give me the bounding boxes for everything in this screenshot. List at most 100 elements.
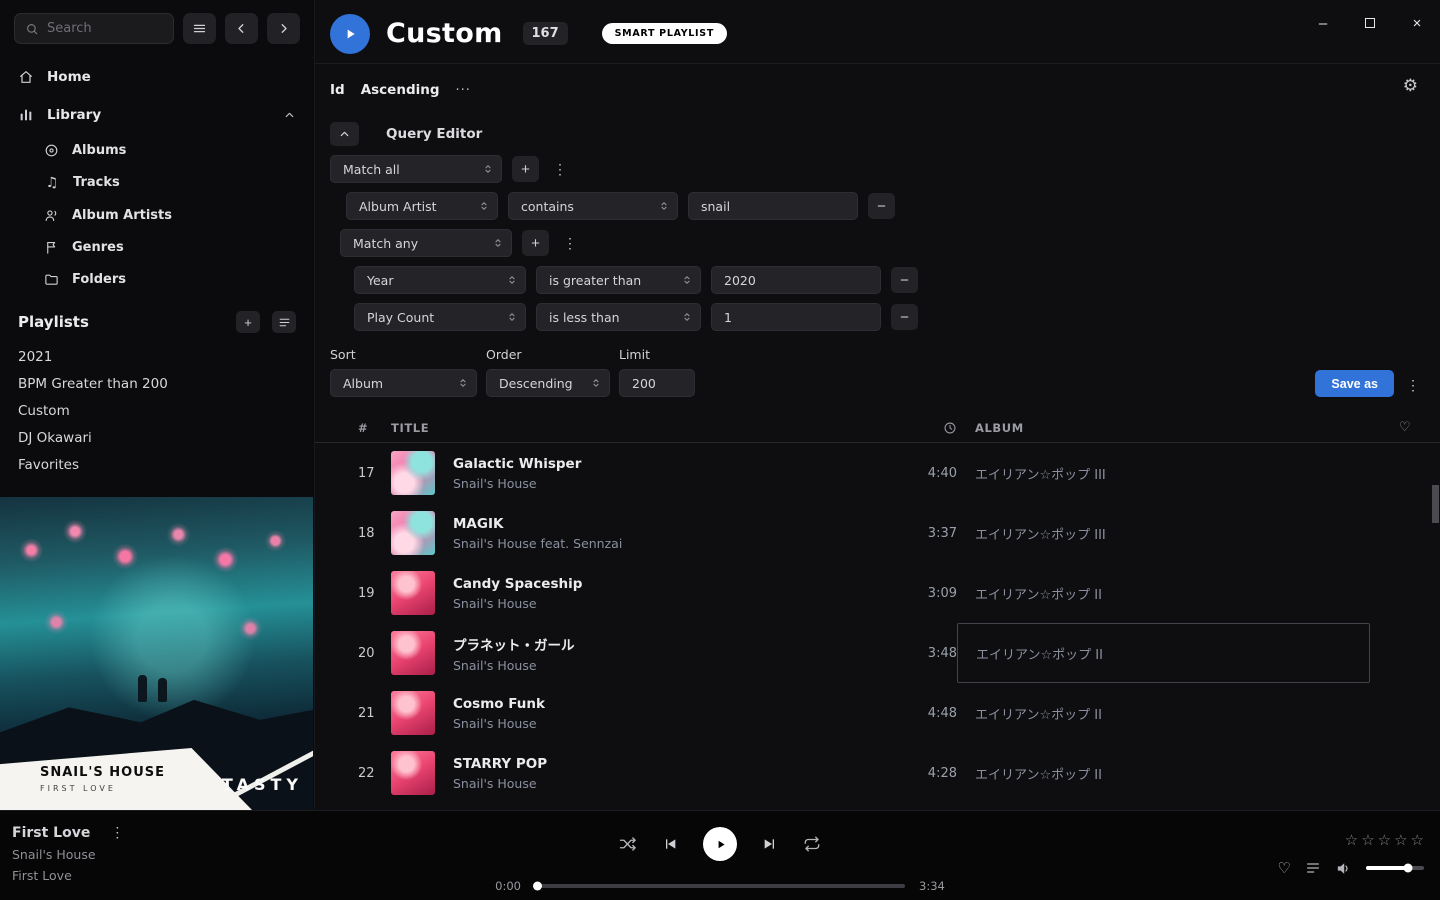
settings-gear-icon[interactable]: ⚙ (1403, 76, 1418, 96)
minimize-button[interactable]: – (1314, 14, 1332, 32)
group-match-type-select[interactable]: Match any (340, 229, 512, 257)
table-row[interactable]: 21 Cosmo Funk Snail's House 4:48 エイリアン☆ポ… (315, 683, 1440, 743)
collapse-query-editor-button[interactable] (330, 122, 359, 146)
sidebar-item-folders[interactable]: Folders (0, 263, 314, 295)
rule-operator-select[interactable]: is greater than (536, 266, 701, 294)
volume-button[interactable] (1335, 860, 1352, 877)
star-icon[interactable]: ☆ (1394, 831, 1407, 849)
shuffle-button[interactable] (619, 835, 637, 853)
volume-slider[interactable] (1366, 866, 1424, 870)
add-playlist-button[interactable]: + (236, 311, 260, 333)
play-pause-button[interactable] (703, 827, 737, 861)
star-icon[interactable]: ☆ (1361, 831, 1374, 849)
track-artist[interactable]: Snail's House (453, 596, 582, 611)
track-artist[interactable]: Snail's House (453, 476, 581, 491)
limit-input[interactable] (619, 369, 695, 397)
playlist-item[interactable]: 2021 (18, 343, 296, 370)
track-album[interactable]: エイリアン☆ポップ II (957, 563, 1370, 623)
rule-value-input[interactable] (711, 266, 881, 294)
now-playing-title[interactable]: First Love (12, 825, 90, 841)
scrollbar-thumb[interactable] (1432, 485, 1439, 523)
maximize-button[interactable] (1361, 14, 1379, 32)
star-icon[interactable]: ☆ (1345, 831, 1358, 849)
column-header-album[interactable]: ALBUM (957, 421, 1370, 435)
column-header-title[interactable]: TITLE (391, 421, 887, 435)
now-playing-album[interactable]: First Love (12, 868, 128, 883)
play-playlist-button[interactable] (330, 14, 370, 54)
search-box[interactable] (14, 13, 174, 44)
next-track-button[interactable] (762, 836, 778, 852)
rule-group-menu-button[interactable]: ⋮ (559, 235, 581, 252)
playlist-item[interactable]: DJ Okawari (18, 424, 296, 451)
nav-forward-button[interactable] (267, 13, 300, 44)
rule-value-input[interactable] (711, 303, 881, 331)
track-album[interactable]: エイリアン☆ポップ II (957, 683, 1370, 743)
rule-field-select[interactable]: Year (354, 266, 526, 294)
chevron-up-icon (338, 128, 351, 141)
playlist-list-button[interactable] (272, 311, 296, 333)
search-input[interactable] (47, 21, 163, 36)
rule-operator-select[interactable]: contains (508, 192, 678, 220)
result-order-select[interactable]: Descending (486, 369, 610, 397)
sidebar-item-genres[interactable]: Genres (0, 231, 314, 263)
volume-handle[interactable] (1404, 864, 1413, 873)
track-album[interactable]: エイリアン☆ポップ II (957, 743, 1370, 803)
rule-field-select[interactable]: Album Artist (346, 192, 498, 220)
now-playing-cover-art[interactable]: SNAIL'S HOUSE FIRST LOVE TASTY (0, 497, 313, 810)
add-rule-button[interactable]: + (512, 156, 539, 182)
playlist-item[interactable]: Custom (18, 397, 296, 424)
rule-group-menu-button[interactable]: ⋮ (549, 161, 571, 178)
now-playing-artist[interactable]: Snail's House (12, 847, 128, 862)
track-album[interactable]: エイリアン☆ポップ III (957, 443, 1370, 503)
close-button[interactable]: × (1408, 14, 1426, 32)
sort-field-button[interactable]: Id (330, 82, 345, 98)
table-row[interactable]: 19 Candy Spaceship Snail's House 3:09 エイ… (315, 563, 1440, 623)
sidebar-item-album-artists[interactable]: Album Artists (0, 199, 314, 231)
rule-value-input[interactable] (688, 192, 858, 220)
more-options-button[interactable]: ··· (456, 83, 471, 98)
remove-rule-button[interactable]: − (891, 267, 918, 293)
remove-rule-button[interactable]: − (868, 193, 895, 219)
column-header-index[interactable]: # (315, 421, 391, 435)
sidebar-item-home[interactable]: Home (0, 58, 314, 96)
now-playing-menu-button[interactable]: ⋮ (106, 824, 128, 841)
add-rule-button[interactable]: + (522, 230, 549, 256)
table-row[interactable]: 20 プラネット・ガール Snail's House 3:48 エイリアン☆ポッ… (315, 623, 1440, 683)
remove-rule-button[interactable]: − (891, 304, 918, 330)
table-row[interactable]: 18 MAGIK Snail's House feat. Sennzai 3:3… (315, 503, 1440, 563)
table-row[interactable]: 17 Galactic Whisper Snail's House 4:40 エ… (315, 443, 1440, 503)
star-icon[interactable]: ☆ (1411, 831, 1424, 849)
library-icon (18, 107, 34, 123)
seek-handle[interactable] (533, 882, 542, 891)
rule-operator-select[interactable]: is less than (536, 303, 701, 331)
match-type-select[interactable]: Match all (330, 155, 502, 183)
result-sort-select[interactable]: Album (330, 369, 477, 397)
track-artist[interactable]: Snail's House (453, 658, 575, 673)
sort-direction-button[interactable]: Ascending (361, 82, 440, 98)
save-as-button[interactable]: Save as (1315, 370, 1394, 397)
previous-track-button[interactable] (662, 836, 678, 852)
nav-back-button[interactable] (225, 13, 258, 44)
track-artist[interactable]: Snail's House feat. Sennzai (453, 536, 622, 551)
queue-button[interactable] (1305, 860, 1321, 876)
column-header-duration[interactable] (887, 421, 957, 435)
track-artist[interactable]: Snail's House (453, 776, 547, 791)
column-header-favorite[interactable]: ♡ (1370, 420, 1440, 435)
favorite-button[interactable]: ♡ (1278, 859, 1291, 877)
playlist-item[interactable]: Favorites (18, 451, 296, 478)
seek-track[interactable] (535, 884, 905, 888)
star-icon[interactable]: ☆ (1378, 831, 1391, 849)
sidebar-item-label: Folders (72, 272, 126, 287)
playlist-item[interactable]: BPM Greater than 200 (18, 370, 296, 397)
table-row[interactable]: 22 STARRY POP Snail's House 4:28 エイリアン☆ポ… (315, 743, 1440, 803)
track-artist[interactable]: Snail's House (453, 716, 545, 731)
repeat-button[interactable] (803, 835, 821, 853)
rule-field-select[interactable]: Play Count (354, 303, 526, 331)
sidebar-item-library[interactable]: Library (0, 96, 314, 134)
menu-button[interactable] (183, 13, 216, 44)
sidebar-item-albums[interactable]: Albums (0, 134, 314, 166)
track-album-focused-cell[interactable]: エイリアン☆ポップ II (957, 623, 1370, 683)
sidebar-item-tracks[interactable]: ♫ Tracks (0, 166, 314, 199)
query-menu-button[interactable]: ⋮ (1402, 377, 1424, 394)
track-album[interactable]: エイリアン☆ポップ III (957, 503, 1370, 563)
